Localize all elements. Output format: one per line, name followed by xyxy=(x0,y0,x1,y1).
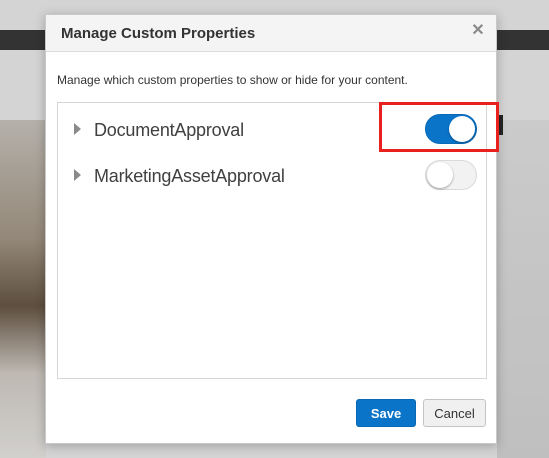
close-icon[interactable]: ✕ xyxy=(470,23,486,39)
properties-list: DocumentApproval MarketingAssetApproval xyxy=(57,102,487,379)
property-label: MarketingAssetApproval xyxy=(94,166,285,186)
marketing-asset-approval-toggle[interactable] xyxy=(425,160,477,190)
list-item-document-approval: DocumentApproval xyxy=(58,111,486,151)
list-item-marketing-asset-approval: MarketingAssetApproval xyxy=(58,157,486,197)
caret-right-icon[interactable] xyxy=(74,123,81,135)
property-label: DocumentApproval xyxy=(94,120,244,140)
save-button[interactable]: Save xyxy=(356,399,416,427)
toggle-knob xyxy=(449,116,475,142)
dialog-title: Manage Custom Properties xyxy=(61,25,256,42)
toggle-knob xyxy=(427,162,453,188)
manage-custom-properties-dialog: Manage Custom Properties ✕ Manage which … xyxy=(45,14,497,444)
document-approval-toggle[interactable] xyxy=(425,114,477,144)
caret-right-icon[interactable] xyxy=(74,169,81,181)
cancel-button[interactable]: Cancel xyxy=(423,399,486,427)
dialog-description: Manage which custom properties to show o… xyxy=(57,73,408,87)
dialog-header: Manage Custom Properties ✕ xyxy=(46,15,496,52)
